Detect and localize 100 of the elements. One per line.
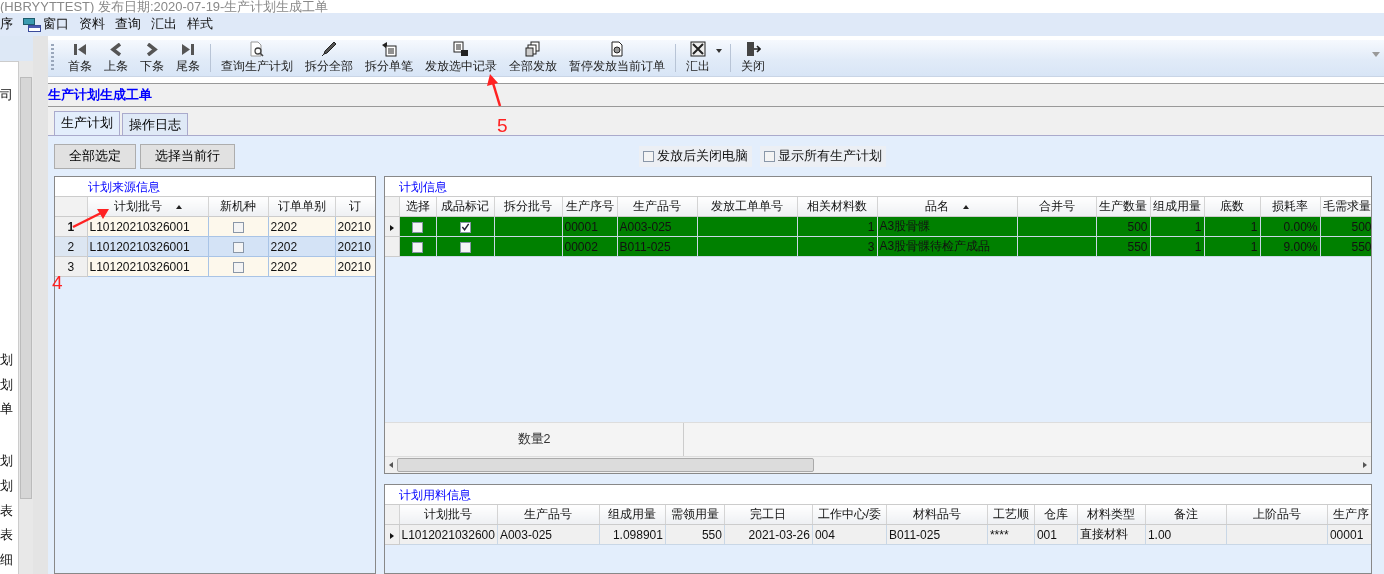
nav-item[interactable]: 单	[0, 398, 18, 424]
column-header[interactable]: 生产品号	[617, 197, 697, 217]
column-header[interactable]: 相关材料数	[797, 197, 877, 217]
document-icon	[381, 41, 397, 57]
document-icon	[609, 41, 625, 57]
column-header[interactable]: 合并号	[1017, 197, 1096, 217]
column-header[interactable]: 底数	[1204, 197, 1260, 217]
toolbar-button[interactable]: 拆分单笔	[359, 41, 419, 75]
door-icon	[745, 41, 761, 57]
column-header[interactable]: 拆分批号	[494, 197, 562, 217]
sort-icon	[175, 204, 182, 209]
column-header[interactable]: 计划批号	[399, 505, 498, 525]
chevron-right-icon	[145, 41, 159, 57]
push-button[interactable]: 选择当前行	[140, 143, 235, 169]
document-icon	[453, 41, 469, 57]
menu-item[interactable]: 汇出	[147, 16, 181, 33]
column-header[interactable]: 计划批号	[87, 197, 208, 217]
column-header[interactable]: 订	[335, 197, 375, 217]
toolbar-button[interactable]: 尾条	[170, 41, 206, 75]
toolbar-button[interactable]: 首条	[62, 41, 98, 75]
toolbar-button[interactable]: 发放选中记录	[419, 41, 503, 75]
column-header[interactable]: 材料品号	[886, 505, 988, 525]
menu-item[interactable]: 资料	[75, 16, 109, 33]
column-header[interactable]: 工艺顺	[987, 505, 1035, 525]
column-header[interactable]: 工作中心/委	[812, 505, 887, 525]
nav-item[interactable]: 划	[0, 373, 18, 399]
overflow-arrow-icon[interactable]	[1372, 52, 1380, 57]
grid-title: 计划来源信息	[88, 179, 160, 196]
spreadsheet-icon	[690, 41, 706, 57]
tab[interactable]: 操作日志	[122, 113, 188, 135]
tab[interactable]: 生产计划	[54, 111, 120, 135]
window-title: (HBRYYTTEST) 发布日期:2020-07-19-生产计划生成工单	[0, 0, 329, 13]
checkbox-option[interactable]: 发放后关闭电脑	[639, 145, 752, 167]
annotation-number: 5	[497, 116, 508, 136]
column-header[interactable]: 新机种	[208, 197, 268, 217]
column-header[interactable]: 上阶品号	[1226, 505, 1328, 525]
checkbox[interactable]	[459, 241, 471, 253]
menu-item[interactable]: 查询	[111, 16, 145, 33]
form-title: 生产计划生成工单	[48, 86, 152, 104]
nav-item[interactable]: 划	[0, 348, 18, 374]
toolbar-button[interactable]: 全部发放	[503, 41, 563, 75]
column-header[interactable]: 生产数量	[1096, 197, 1150, 217]
checkbox[interactable]	[232, 221, 244, 233]
nav-item[interactable]: 表	[0, 524, 18, 550]
nav-item[interactable]: 细	[0, 549, 18, 574]
column-header[interactable]: 生产序号	[562, 197, 617, 217]
sort-icon	[963, 204, 969, 209]
column-header[interactable]: 成品标记	[436, 197, 494, 217]
nav-item[interactable]: 表	[0, 499, 18, 525]
skip-forward-icon	[181, 41, 195, 57]
scrollbar-thumb[interactable]	[397, 458, 814, 472]
checkbox[interactable]	[412, 221, 423, 233]
toolbar-grip[interactable]	[51, 44, 54, 72]
scroll-left-icon[interactable]	[389, 462, 393, 468]
scroll-right-icon[interactable]	[1363, 462, 1367, 468]
toolbar-button[interactable]: 暂停发放当前订单	[563, 41, 671, 75]
toolbar-button[interactable]: 拆分全部	[299, 41, 359, 75]
scrollbar[interactable]	[18, 61, 33, 574]
column-header[interactable]: 材料类型	[1077, 505, 1146, 525]
checkbox[interactable]	[459, 221, 471, 233]
checkbox[interactable]	[412, 241, 423, 253]
toolbar-button[interactable]: 查询生产计划	[215, 41, 299, 75]
column-header[interactable]: 生产品号	[497, 505, 600, 525]
row-number[interactable]: 3	[55, 256, 87, 277]
nav-item[interactable]: 司	[0, 84, 18, 109]
nav-item[interactable]: 划	[0, 450, 18, 475]
documents-icon	[525, 41, 541, 57]
pen-icon	[321, 41, 337, 57]
column-header[interactable]: 需领用量	[665, 505, 725, 525]
column-header[interactable]: 完工日	[724, 505, 813, 525]
column-header[interactable]: 订单单别	[268, 197, 335, 217]
menu-item[interactable]: 样式	[183, 16, 217, 33]
push-button[interactable]: 全部选定	[54, 143, 136, 169]
toolbar-button[interactable]: 关闭	[735, 41, 771, 75]
column-header[interactable]: 生产序	[1327, 505, 1371, 525]
column-header[interactable]: 仓库	[1034, 505, 1078, 525]
caret-icon	[716, 49, 722, 53]
column-header[interactable]: 组成用量	[599, 505, 666, 525]
row-header[interactable]	[385, 524, 399, 545]
checkbox-option[interactable]: 显示所有生产计划	[760, 145, 886, 167]
column-header[interactable]: 发放工单单号	[697, 197, 797, 217]
checkbox[interactable]	[232, 241, 244, 253]
horizontal-scrollbar[interactable]	[385, 456, 1371, 473]
checkbox[interactable]	[232, 261, 244, 273]
column-header[interactable]: 组成用量	[1150, 197, 1204, 217]
column-header[interactable]: 品名	[877, 197, 1017, 217]
toolbar-button[interactable]: 下条	[134, 41, 170, 75]
toolbar-button[interactable]: 汇出	[680, 41, 726, 75]
menu-item[interactable]: 窗口	[19, 16, 73, 33]
column-header[interactable]: 备注	[1145, 505, 1227, 525]
row-number[interactable]: 2	[55, 236, 87, 257]
column-header[interactable]: 损耗率	[1260, 197, 1320, 217]
splitter-handle[interactable]	[33, 36, 48, 574]
column-header[interactable]: 选择	[399, 197, 436, 217]
menu-item[interactable]: 序	[0, 16, 17, 33]
grid-title: 计划信息	[399, 179, 447, 196]
row-header[interactable]	[385, 216, 399, 237]
nav-item[interactable]: 划	[0, 474, 18, 500]
toolbar-button[interactable]: 上条	[98, 41, 134, 75]
column-header[interactable]: 毛需求量	[1320, 197, 1371, 217]
